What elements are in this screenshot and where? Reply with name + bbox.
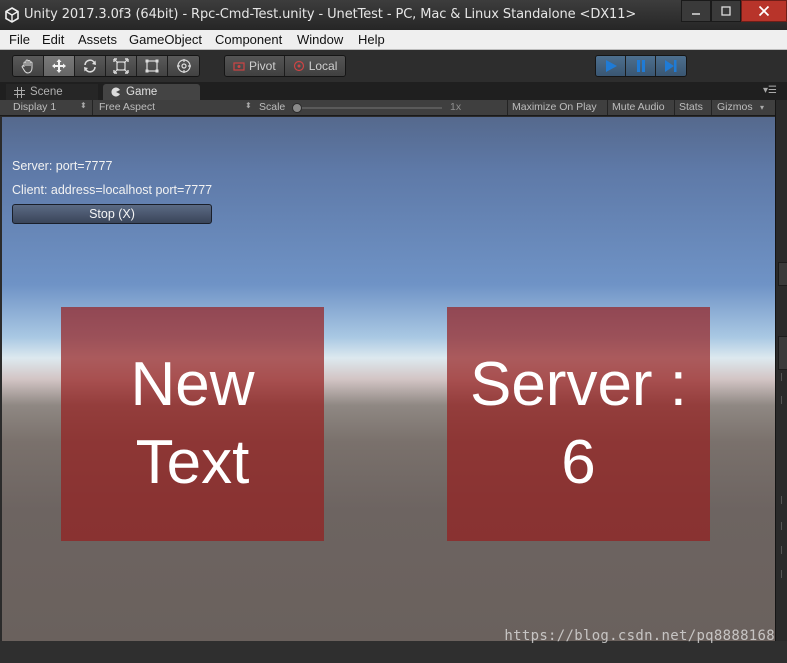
scale-slider-thumb[interactable] <box>292 103 302 113</box>
stop-button[interactable]: Stop (X) <box>12 204 212 224</box>
menu-component[interactable]: Component <box>215 32 282 47</box>
text-panel-right: Server : 6 <box>447 307 710 541</box>
client-status-text: Client: address=localhost port=7777 <box>12 183 213 197</box>
docked-panel-tab[interactable] <box>778 336 787 370</box>
text-panel-left: New Text <box>61 307 324 541</box>
maximize-icon <box>721 6 731 16</box>
scale-tool-button[interactable] <box>106 56 137 76</box>
move-tool-button[interactable] <box>44 56 75 76</box>
menu-window[interactable]: Window <box>297 32 343 47</box>
aspect-dropdown-arrow-icon: ⬍ <box>245 101 252 110</box>
pause-icon <box>636 60 645 72</box>
text-panel-right-line1: Server : <box>469 350 688 419</box>
gizmos-dropdown-arrow-icon: ▾ <box>760 103 765 112</box>
step-button[interactable] <box>656 56 686 76</box>
game-pacman-icon <box>111 87 120 97</box>
maximize-button[interactable] <box>711 0 741 22</box>
gamebar-divider <box>674 100 675 115</box>
docked-panel-marker <box>781 522 782 530</box>
docked-panel-tab[interactable] <box>778 262 787 286</box>
step-icon <box>665 60 677 72</box>
minimize-icon <box>692 13 700 15</box>
docked-panel-marker <box>781 546 782 554</box>
pivot-label: Pivot <box>249 59 276 73</box>
menu-bar: File Edit Assets GameObject Component Wi… <box>0 30 787 50</box>
pivot-controls: Pivot Local <box>224 55 347 77</box>
mute-audio-toggle[interactable]: Mute Audio <box>612 101 665 113</box>
text-panel-left-line1: New <box>130 350 255 419</box>
watermark-text: https://blog.csdn.net/pq8888168 <box>504 628 775 644</box>
gamebar-divider <box>711 100 712 115</box>
scale-value: 1x <box>450 101 462 113</box>
play-icon <box>605 60 617 72</box>
server-status-text: Server: port=7777 <box>12 159 113 173</box>
scale-slider-track[interactable] <box>298 107 442 109</box>
tab-options-icon[interactable]: ▾☰ <box>763 85 777 96</box>
close-button[interactable] <box>741 0 787 22</box>
game-view-controls: Display 1 ⬍ Free Aspect ⬍ Scale 1x Maxim… <box>0 100 787 116</box>
gamebar-divider <box>92 100 93 115</box>
rotate-tool-icon <box>84 59 96 73</box>
minimize-button[interactable] <box>681 0 711 22</box>
menu-gameobject[interactable]: GameObject <box>129 32 202 47</box>
title-bar: Unity 2017.3.0f3 (64bit) - Rpc-Cmd-Test.… <box>0 0 787 30</box>
window-title: Unity 2017.3.0f3 (64bit) - Rpc-Cmd-Test.… <box>24 7 637 22</box>
pause-button[interactable] <box>626 56 656 76</box>
docked-panel-marker <box>781 570 782 578</box>
transform-tools <box>12 55 200 77</box>
stats-toggle[interactable]: Stats <box>679 101 703 113</box>
pivot-icon <box>233 62 245 71</box>
gamebar-divider <box>607 100 608 115</box>
local-space-icon <box>293 60 304 72</box>
docked-panel-marker <box>781 496 782 504</box>
menu-assets[interactable]: Assets <box>78 32 117 47</box>
game-viewport[interactable]: Server: port=7777 Client: address=localh… <box>2 117 775 641</box>
play-button[interactable] <box>596 56 626 76</box>
menu-file[interactable]: File <box>9 32 30 47</box>
transform-tool-icon <box>176 59 191 73</box>
pivot-toggle[interactable]: Pivot <box>225 56 285 76</box>
gizmos-dropdown[interactable]: Gizmos <box>717 101 753 113</box>
text-panel-left-line2: Text <box>135 428 250 497</box>
text-panel-right-line2: 6 <box>561 428 596 497</box>
scale-tool-icon <box>113 58 129 74</box>
menu-edit[interactable]: Edit <box>42 32 64 47</box>
docked-panel-marker <box>781 396 782 404</box>
docked-panel-edge <box>775 100 787 641</box>
view-tab-row: Scene Game ▾☰ <box>0 82 787 100</box>
rotate-tool-button[interactable] <box>75 56 106 76</box>
tab-game[interactable]: Game <box>103 84 200 100</box>
tab-scene-label: Scene <box>30 86 63 98</box>
rect-tool-icon <box>145 59 159 73</box>
play-controls <box>595 55 687 77</box>
scene-grid-icon <box>14 86 25 98</box>
space-label: Local <box>308 59 338 73</box>
space-toggle[interactable]: Local <box>284 56 346 76</box>
docked-panel-marker <box>781 373 782 381</box>
transform-tool-button[interactable] <box>168 56 199 76</box>
status-bar <box>0 641 787 663</box>
display-dropdown[interactable]: Display 1 <box>13 101 56 113</box>
hand-tool-icon <box>21 59 33 74</box>
scale-label: Scale <box>259 101 286 113</box>
menu-help[interactable]: Help <box>358 32 385 47</box>
move-tool-icon <box>52 59 66 73</box>
maximize-on-play-toggle[interactable]: Maximize On Play <box>512 101 597 113</box>
close-icon <box>758 5 770 17</box>
tab-game-label: Game <box>126 86 158 98</box>
display-dropdown-arrow-icon: ⬍ <box>80 101 87 110</box>
aspect-dropdown[interactable]: Free Aspect <box>99 101 155 113</box>
unity-logo-icon <box>5 7 19 23</box>
hand-tool-button[interactable] <box>13 56 44 76</box>
gamebar-divider <box>507 100 508 115</box>
tab-scene[interactable]: Scene <box>6 84 98 100</box>
main-toolbar: Pivot Local <box>0 50 787 82</box>
rect-tool-button[interactable] <box>137 56 168 76</box>
